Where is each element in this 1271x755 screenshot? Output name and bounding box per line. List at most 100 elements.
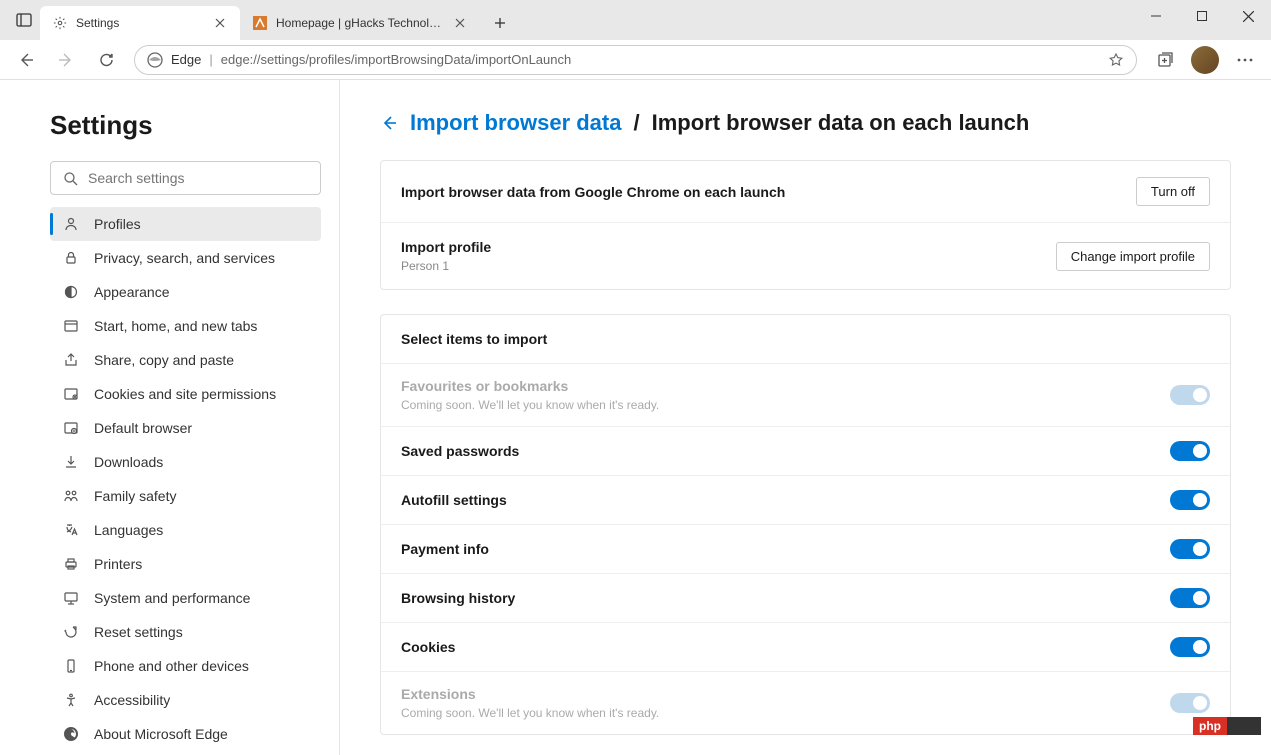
sidebar-item-label: Appearance xyxy=(94,284,170,300)
sidebar-item-label: System and performance xyxy=(94,590,250,606)
sidebar-item-share[interactable]: Share, copy and paste xyxy=(50,343,321,377)
edge-label: Edge xyxy=(171,52,201,67)
sidebar-item-label: Privacy, search, and services xyxy=(94,250,275,266)
sidebar-item-languages[interactable]: Languages xyxy=(50,513,321,547)
sidebar-item-label: Languages xyxy=(94,522,163,538)
toggle[interactable] xyxy=(1170,637,1210,657)
close-icon[interactable] xyxy=(452,15,468,31)
back-button[interactable] xyxy=(8,44,44,76)
sidebar-item-label: Start, home, and new tabs xyxy=(94,318,257,334)
breadcrumb: Import browser data / Import browser dat… xyxy=(380,110,1231,136)
maximize-button[interactable] xyxy=(1179,0,1225,32)
sidebar-item-browser[interactable]: Default browser xyxy=(50,411,321,445)
import-items-card: Select items to import Favourites or boo… xyxy=(380,314,1231,735)
breadcrumb-separator: / xyxy=(633,110,639,136)
page-title: Settings xyxy=(50,110,321,141)
sidebar-item-reset[interactable]: Reset settings xyxy=(50,615,321,649)
favorites-icon[interactable] xyxy=(1108,52,1124,68)
import-item-title: Favourites or bookmarks xyxy=(401,378,659,394)
sidebar-item-label: Share, copy and paste xyxy=(94,352,234,368)
gear-icon xyxy=(52,15,68,31)
tabs: Settings Homepage | gHacks Technology xyxy=(40,0,514,40)
address-bar[interactable]: Edge | edge://settings/profiles/importBr… xyxy=(134,45,1137,75)
minimize-button[interactable] xyxy=(1133,0,1179,32)
toggle xyxy=(1170,693,1210,713)
menu-button[interactable] xyxy=(1227,44,1263,76)
import-item-desc: Coming soon. We'll let you know when it'… xyxy=(401,398,659,412)
import-item-title: Payment info xyxy=(401,541,489,557)
sidebar-item-phone[interactable]: Phone and other devices xyxy=(50,649,321,683)
toggle[interactable] xyxy=(1170,441,1210,461)
sidebar-item-family[interactable]: Family safety xyxy=(50,479,321,513)
tab-settings[interactable]: Settings xyxy=(40,6,240,40)
badge-box xyxy=(1227,717,1261,735)
url-text: edge://settings/profiles/importBrowsingD… xyxy=(221,52,1100,67)
settings-sidebar: Settings Profiles Privacy, search, and se… xyxy=(0,80,340,755)
phone-icon xyxy=(62,657,80,675)
tab-actions-icon[interactable] xyxy=(8,4,40,36)
lock-icon xyxy=(62,249,80,267)
section-header: Select items to import xyxy=(381,315,1230,364)
sidebar-item-accessibility[interactable]: Accessibility xyxy=(50,683,321,717)
sidebar-item-appearance[interactable]: Appearance xyxy=(50,275,321,309)
main-content: Import browser data / Import browser dat… xyxy=(340,80,1271,755)
close-icon[interactable] xyxy=(212,15,228,31)
forward-button[interactable] xyxy=(48,44,84,76)
row-subtitle: Person 1 xyxy=(401,259,491,273)
import-item: Favourites or bookmarks Coming soon. We'l… xyxy=(381,364,1230,427)
reset-icon xyxy=(62,623,80,641)
change-profile-button[interactable]: Change import profile xyxy=(1056,242,1210,271)
sidebar-item-about[interactable]: About Microsoft Edge xyxy=(50,717,321,751)
new-tab-button[interactable] xyxy=(486,9,514,37)
row-title: Import browser data from Google Chrome o… xyxy=(401,184,785,200)
accessibility-icon xyxy=(62,691,80,709)
import-item-title: Browsing history xyxy=(401,590,515,606)
refresh-button[interactable] xyxy=(88,44,124,76)
download-icon xyxy=(62,453,80,471)
import-each-launch-row: Import browser data from Google Chrome o… xyxy=(381,161,1230,223)
site-icon xyxy=(252,15,268,31)
separator: | xyxy=(209,52,212,67)
sidebar-item-profiles[interactable]: Profiles xyxy=(50,207,321,241)
tab-ghacks[interactable]: Homepage | gHacks Technology xyxy=(240,6,480,40)
sidebar-item-printers[interactable]: Printers xyxy=(50,547,321,581)
sidebar-item-lock[interactable]: Privacy, search, and services xyxy=(50,241,321,275)
titlebar: Settings Homepage | gHacks Technology xyxy=(0,0,1271,40)
import-item-desc: Coming soon. We'll let you know when it'… xyxy=(401,706,659,720)
sidebar-item-system[interactable]: System and performance xyxy=(50,581,321,615)
search-input[interactable] xyxy=(88,170,308,186)
sidebar-item-cookies[interactable]: Cookies and site permissions xyxy=(50,377,321,411)
tab-title: Settings xyxy=(76,16,204,30)
breadcrumb-link[interactable]: Import browser data xyxy=(410,110,621,136)
import-item: Extensions Coming soon. We'll let you kno… xyxy=(381,672,1230,734)
import-item-title: Extensions xyxy=(401,686,659,702)
import-config-card: Import browser data from Google Chrome o… xyxy=(380,160,1231,290)
toggle[interactable] xyxy=(1170,490,1210,510)
breadcrumb-current: Import browser data on each launch xyxy=(652,110,1030,136)
family-icon xyxy=(62,487,80,505)
edge-icon xyxy=(147,52,163,68)
turn-off-button[interactable]: Turn off xyxy=(1136,177,1210,206)
toggle[interactable] xyxy=(1170,588,1210,608)
profile-avatar[interactable] xyxy=(1187,44,1223,76)
sidebar-item-label: Default browser xyxy=(94,420,192,436)
cookies-icon xyxy=(62,385,80,403)
toggle xyxy=(1170,385,1210,405)
import-item-title: Saved passwords xyxy=(401,443,519,459)
import-item-title: Autofill settings xyxy=(401,492,507,508)
close-window-button[interactable] xyxy=(1225,0,1271,32)
breadcrumb-back-icon[interactable] xyxy=(380,114,398,132)
sidebar-item-label: Cookies and site permissions xyxy=(94,386,276,402)
appearance-icon xyxy=(62,283,80,301)
import-item-title: Cookies xyxy=(401,639,455,655)
system-icon xyxy=(62,589,80,607)
sidebar-item-start[interactable]: Start, home, and new tabs xyxy=(50,309,321,343)
tab-title: Homepage | gHacks Technology xyxy=(276,16,444,30)
search-settings[interactable] xyxy=(50,161,321,195)
sidebar-item-download[interactable]: Downloads xyxy=(50,445,321,479)
sidebar-item-label: Printers xyxy=(94,556,142,572)
sidebar-item-label: Reset settings xyxy=(94,624,183,640)
sidebar-item-label: Family safety xyxy=(94,488,176,504)
collections-button[interactable] xyxy=(1147,44,1183,76)
toggle[interactable] xyxy=(1170,539,1210,559)
